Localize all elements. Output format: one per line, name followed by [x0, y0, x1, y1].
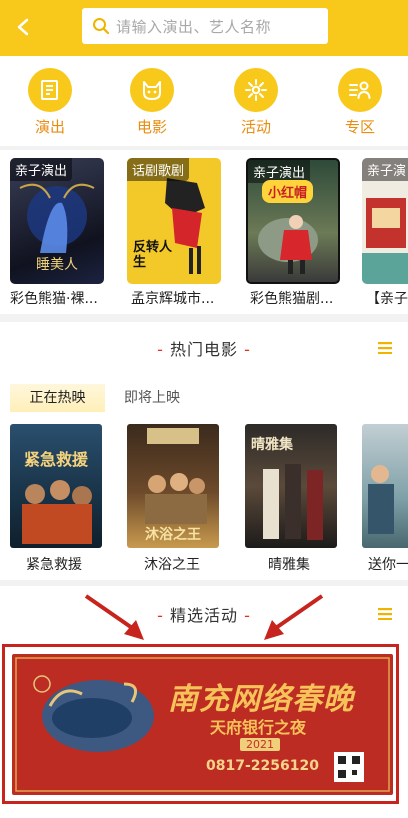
category-label: 演出 [34, 118, 65, 136]
ticket-icon [28, 68, 72, 112]
back-button[interactable] [10, 12, 36, 42]
show-caption[interactable]: 孟京辉城市... [131, 288, 237, 308]
tab-now-showing[interactable]: 正在热映 [10, 384, 105, 412]
poster-title: 紧急救援 [23, 450, 88, 469]
banner-phone: 0817-2256120 [206, 758, 319, 774]
category-label: 专区 [344, 118, 375, 136]
banner-headline: 南充网络春晚 [168, 682, 354, 717]
show-caption[interactable]: 【亲子 [366, 288, 408, 308]
menu-icon[interactable] [378, 608, 392, 620]
poster-art [22, 480, 92, 544]
poster-title: 晴雅集 [251, 437, 293, 453]
poster-title: 小红帽 [262, 180, 314, 203]
section-title-text: 热门电影 [169, 340, 238, 359]
annotation-arrow-icon [264, 594, 324, 640]
menu-icon[interactable] [378, 342, 392, 354]
category-label: 电影 [136, 118, 167, 136]
search-placeholder: 请输入演出、艺人名称 [116, 18, 272, 36]
show-caption[interactable]: 彩色熊猫剧... [250, 288, 356, 308]
poster-tag: 话剧歌剧 [127, 158, 190, 181]
top-bar: 请输入演出、艺人名称 [0, 0, 408, 56]
movie-title[interactable]: 沐浴之王 [144, 554, 200, 574]
poster-title: 沐浴之王 [145, 527, 201, 543]
banner-subline: 天府银行之夜 [210, 718, 307, 737]
annotation-arrow-icon [84, 594, 144, 640]
search-icon [93, 18, 110, 35]
category-shows[interactable]: 演出 [8, 68, 88, 138]
movie-title[interactable]: 紧急救援 [26, 554, 82, 574]
show-poster[interactable]: 话剧歌剧 反转人生 [127, 158, 221, 284]
category-movies[interactable]: 电影 [110, 68, 190, 138]
movie-poster[interactable]: 晴雅集 [245, 424, 337, 548]
divider [0, 314, 408, 322]
divider [0, 146, 408, 150]
divider [0, 580, 408, 586]
banner-year: 2021 [240, 738, 280, 751]
movie-title[interactable]: 送你一 [368, 554, 408, 574]
activity-banner[interactable]: 南充网络春晚 天府银行之夜 2021 0817-2256120 [12, 654, 393, 795]
user-list-icon [338, 68, 382, 112]
section-title-text: 精选活动 [169, 606, 238, 625]
poster-tag: 亲子演出 [10, 158, 73, 181]
movie-poster[interactable]: 沐浴之王 [127, 424, 219, 548]
poster-tag: 亲子演 [362, 158, 408, 181]
poster-title: 反转人生 [133, 240, 173, 270]
show-poster[interactable]: 亲子演出 小红帽 [246, 158, 340, 284]
show-poster[interactable]: 亲子演 [362, 158, 408, 284]
show-caption[interactable]: 彩色熊猫·裸... [10, 288, 116, 308]
show-poster[interactable]: 亲子演出 睡美人 [10, 158, 104, 284]
search-input[interactable]: 请输入演出、艺人名称 [82, 8, 328, 44]
poster-art [368, 465, 394, 534]
category-zones[interactable]: 专区 [318, 68, 398, 138]
movie-title[interactable]: 晴雅集 [268, 554, 310, 574]
category-label: 活动 [240, 118, 271, 136]
section-title-activities: - 精选活动 - [157, 606, 251, 625]
tab-coming-soon[interactable]: 即将上映 [124, 384, 180, 412]
poster-title: 睡美人 [36, 257, 78, 273]
movie-poster[interactable] [362, 424, 408, 548]
section-title-hot-movies: - 热门电影 - [157, 340, 251, 359]
flower-icon [234, 68, 278, 112]
cat-face-icon [130, 68, 174, 112]
chevron-left-icon [17, 18, 29, 36]
category-activities[interactable]: 活动 [214, 68, 294, 138]
tab-label: 正在热映 [29, 390, 86, 406]
movie-poster[interactable]: 紧急救援 [10, 424, 102, 548]
